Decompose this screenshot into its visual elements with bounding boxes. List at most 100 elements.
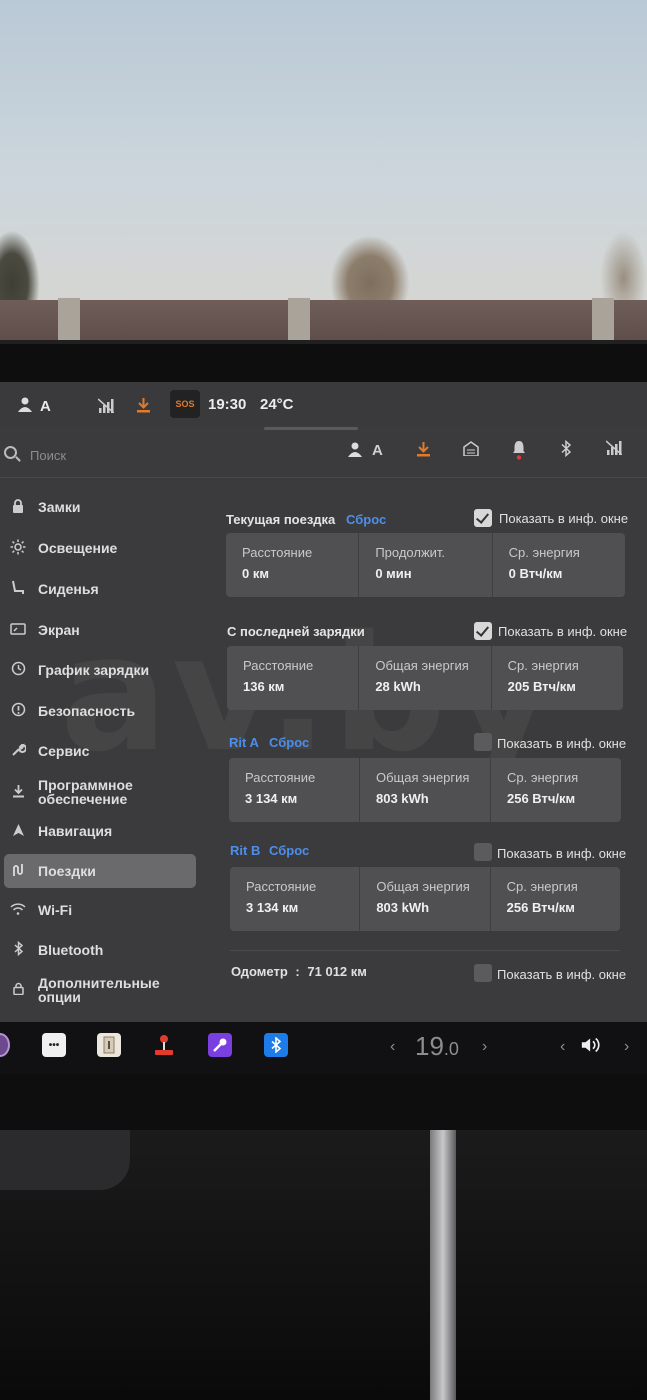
search-icon [4, 446, 17, 459]
stat-label: Расстояние [243, 658, 314, 673]
garage-icon[interactable] [463, 441, 479, 460]
trip-a-reset-link[interactable]: Сброс [269, 735, 309, 750]
stat-label: Продолжит. [375, 545, 446, 560]
stat-value: 3 134 км [245, 791, 298, 806]
sidebar-item-service[interactable]: Сервис [4, 734, 196, 768]
no-signal-icon [605, 440, 623, 459]
screen-mount [430, 1130, 456, 1400]
current-trip-title: Текущая поездка [226, 512, 336, 527]
clock: 19:30 [208, 396, 247, 413]
trip-a-show-checkbox[interactable] [474, 733, 492, 751]
drawer-handle[interactable] [264, 427, 358, 430]
stat-cell: Ср. энергия 256 Втч/км [491, 758, 621, 822]
trips-icon [8, 863, 28, 880]
download-icon[interactable] [416, 441, 431, 461]
joystick-icon[interactable] [152, 1033, 176, 1057]
bluetooth-app-icon[interactable] [264, 1033, 288, 1057]
sidebar-item-label: Экран [38, 622, 80, 638]
stat-label: Ср. энергия [507, 658, 579, 673]
profile-icon[interactable] [348, 442, 362, 461]
stat-cell: Расстояние 3 134 км [229, 758, 360, 822]
stat-cell: Ср. энергия 205 Втч/км [492, 646, 623, 710]
lock-small-icon [8, 982, 28, 998]
search-input[interactable] [30, 445, 150, 465]
sidebar-item-bluetooth[interactable]: Bluetooth [4, 933, 196, 967]
car-seat [0, 1130, 130, 1190]
stat-label: Общая энергия [375, 658, 469, 673]
trip-a-title: Rit A [229, 735, 259, 750]
stat-cell: Общая энергия 803 kWh [360, 867, 491, 931]
sidebar-item-seats[interactable]: Сиденья [4, 572, 196, 606]
karaoke-microphone-icon[interactable] [208, 1033, 232, 1057]
sidebar-item-safety[interactable]: Безопасность [4, 694, 196, 728]
sidebar-item-locks[interactable]: Замки [4, 490, 196, 524]
trip-b-title: Rit B [230, 843, 261, 858]
stat-label: Ср. энергия [506, 879, 578, 894]
profile-name[interactable]: A [40, 398, 51, 415]
stat-value: 0 км [242, 566, 269, 581]
manual-icon[interactable] [97, 1033, 121, 1057]
profile-icon[interactable] [18, 397, 32, 417]
stat-value: 256 Втч/км [507, 791, 576, 806]
stat-label: Расстояние [242, 545, 313, 560]
current-trip-show-checkbox[interactable] [474, 509, 492, 527]
sidebar-item-wifi[interactable]: Wi-Fi [4, 893, 196, 927]
since-charge-card: Расстояние 136 км Общая энергия 28 kWh С… [227, 646, 623, 710]
since-charge-show-checkbox[interactable] [474, 622, 492, 640]
volume-down-arrow[interactable]: ‹ [560, 1038, 565, 1056]
current-trip-card: Расстояние 0 км Продолжит. 0 мин Ср. эне… [226, 533, 625, 597]
volume-icon[interactable] [580, 1033, 604, 1057]
cabin-temperature: 19.0 [415, 1031, 459, 1062]
odometer-value: 71 012 км [307, 964, 367, 979]
sidebar-item-label: Сиденья [38, 581, 99, 597]
volume-up-arrow[interactable]: › [624, 1038, 629, 1056]
trip-b-show-checkbox[interactable] [474, 843, 492, 861]
notification-bell-icon[interactable] [512, 440, 526, 464]
stat-value: 256 Втч/км [506, 900, 575, 915]
profile-name[interactable]: A [372, 442, 383, 459]
stat-cell: Общая энергия 28 kWh [359, 646, 492, 710]
sidebar-item-label: Безопасность [38, 703, 136, 719]
checkbox-label: Показать в инф. окне [497, 736, 627, 751]
sos-button[interactable]: SOS [170, 390, 200, 418]
sidebar-item-trips[interactable]: Поездки [4, 854, 196, 888]
current-trip-reset-link[interactable]: Сброс [346, 512, 386, 527]
temperature-down-arrow[interactable]: ‹ [390, 1038, 395, 1056]
wrench-icon [8, 742, 28, 760]
sidebar-item-additional-options[interactable]: Дополнительные опции [4, 972, 196, 1008]
stat-label: Ср. энергия [507, 770, 579, 785]
sidebar-item-label: Дополнительные опции [38, 975, 160, 1005]
sidebar-item-navigation[interactable]: Навигация [4, 814, 196, 848]
navigation-icon [8, 823, 28, 840]
bluetooth-icon[interactable] [560, 439, 572, 461]
trip-b-reset-link[interactable]: Сброс [269, 843, 309, 858]
no-signal-icon [97, 398, 115, 418]
stat-label: Расстояние [245, 770, 316, 785]
trip-b-card: Расстояние 3 134 км Общая энергия 803 kW… [230, 867, 620, 931]
sidebar-item-charging-schedule[interactable]: График зарядки [4, 653, 196, 687]
schedule-icon [8, 661, 28, 679]
download-icon [8, 784, 28, 801]
sidebar-item-label: График зарядки [38, 662, 150, 678]
more-apps-icon[interactable]: ••• [42, 1033, 66, 1057]
sidebar-item-software[interactable]: Программное обеспечение [4, 774, 196, 810]
background-sky [0, 0, 647, 340]
odometer-show-checkbox[interactable] [474, 964, 492, 982]
stat-cell: Продолжит. 0 мин [359, 533, 493, 597]
temperature-up-arrow[interactable]: › [482, 1038, 487, 1056]
bluetooth-icon [8, 940, 28, 959]
seat-icon [8, 580, 28, 598]
odometer: Одометр : 71 012 км [231, 964, 367, 979]
sidebar-item-lighting[interactable]: Освещение [4, 531, 196, 565]
divider [230, 950, 620, 951]
lock-icon [8, 498, 28, 516]
stat-value: 3 134 км [246, 900, 299, 915]
stat-value: 136 км [243, 679, 285, 694]
trip-a-card: Расстояние 3 134 км Общая энергия 803 kW… [229, 758, 621, 822]
sidebar-item-label: Замки [38, 499, 81, 515]
stat-label: Расстояние [246, 879, 317, 894]
sidebar-item-display[interactable]: Экран [4, 613, 196, 647]
wifi-icon [8, 902, 28, 918]
download-icon[interactable] [136, 397, 151, 418]
sidebar-item-label: Программное обеспечение [38, 777, 133, 807]
